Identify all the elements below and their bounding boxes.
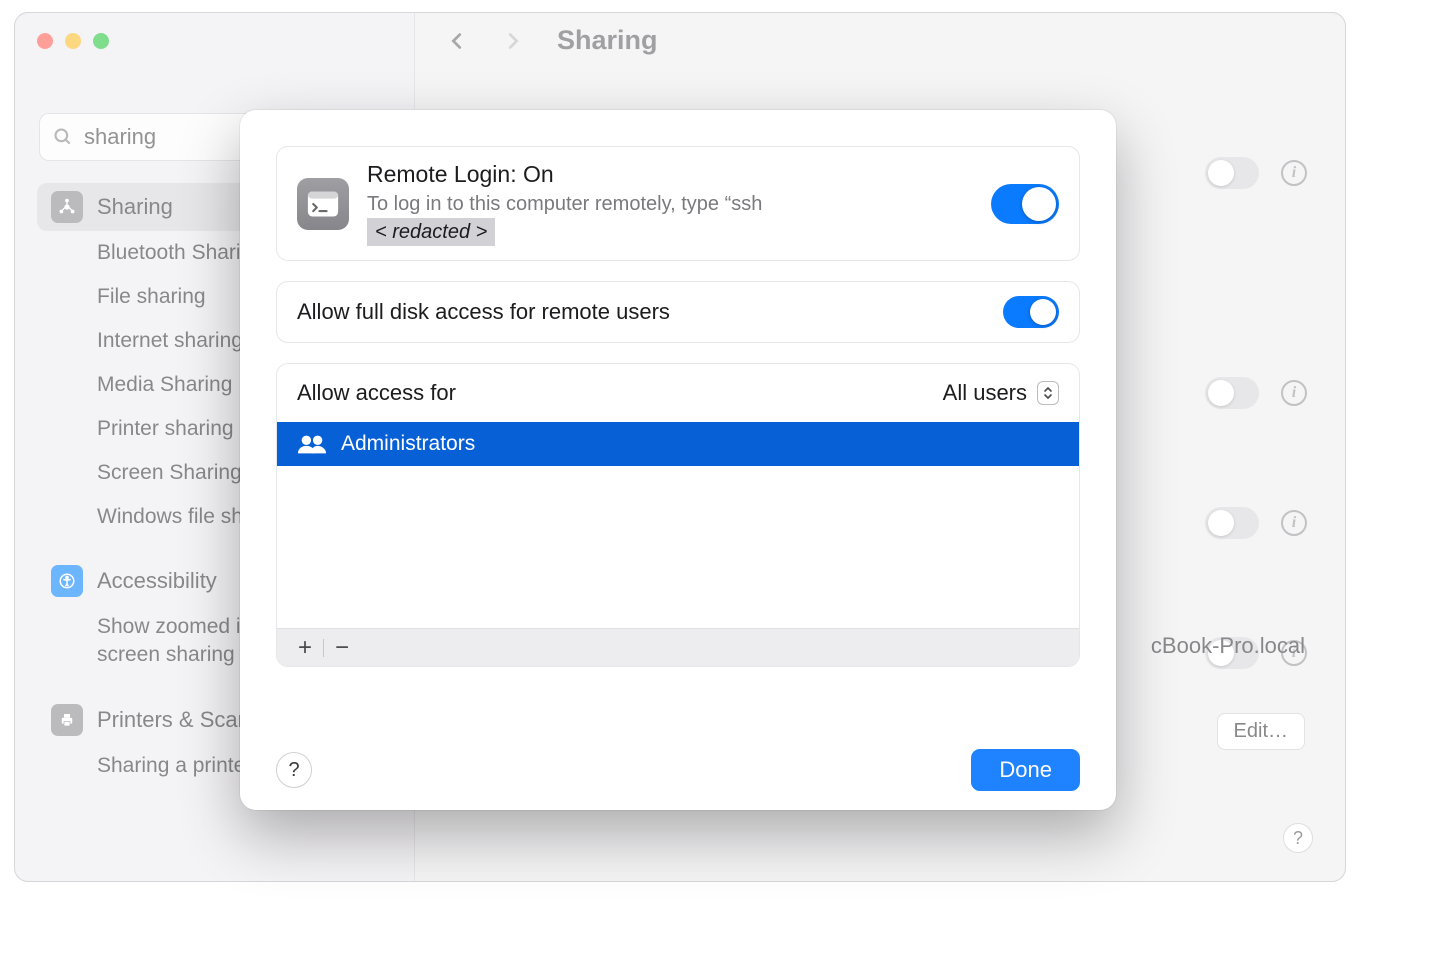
full-disk-access-label: Allow full disk access for remote users xyxy=(297,299,670,325)
full-disk-access-row: Allow full disk access for remote users xyxy=(277,282,1079,342)
done-button[interactable]: Done xyxy=(971,749,1080,791)
bg-row-3: i xyxy=(1205,503,1307,543)
search-icon xyxy=(53,127,73,147)
forward-button[interactable] xyxy=(501,29,525,53)
bg-row-2: i xyxy=(1205,373,1307,413)
full-disk-access-toggle[interactable] xyxy=(1003,296,1059,328)
printer-icon xyxy=(51,704,83,736)
hostname-label: cBook-Pro.local xyxy=(1151,633,1305,658)
full-disk-access-panel: Allow full disk access for remote users xyxy=(276,281,1080,343)
close-window-button[interactable] xyxy=(37,33,53,49)
sharing-icon xyxy=(51,191,83,223)
terminal-icon xyxy=(297,178,349,230)
window-controls xyxy=(37,33,109,49)
user-row-administrators[interactable]: Administrators xyxy=(277,422,1079,466)
minimize-window-button[interactable] xyxy=(65,33,81,49)
remove-user-button[interactable]: − xyxy=(326,635,358,661)
allow-access-dropdown[interactable]: All users xyxy=(943,380,1059,406)
redacted-ssh-target: < redacted > xyxy=(367,218,495,246)
remote-login-text: Remote Login: On To log in to this compu… xyxy=(367,161,973,246)
desc-prefix: To log in to this computer remotely, typ… xyxy=(367,193,762,215)
remote-login-title: Remote Login: On xyxy=(367,161,973,188)
remote-login-description: To log in to this computer remotely, typ… xyxy=(367,190,973,246)
modal-footer: ? Done xyxy=(240,730,1116,810)
users-icon xyxy=(297,433,327,455)
divider xyxy=(323,639,324,657)
accessibility-icon xyxy=(51,565,83,597)
help-button[interactable]: ? xyxy=(276,752,312,788)
toggle[interactable] xyxy=(1205,377,1259,409)
remote-login-row: Remote Login: On To log in to this compu… xyxy=(277,147,1079,260)
info-icon[interactable]: i xyxy=(1281,380,1307,406)
info-icon[interactable]: i xyxy=(1281,510,1307,536)
remote-login-sheet: Remote Login: On To log in to this compu… xyxy=(240,110,1116,810)
remote-login-toggle[interactable] xyxy=(991,184,1059,224)
dropdown-value: All users xyxy=(943,380,1027,406)
allow-access-panel: Allow access for All users Administrator… xyxy=(276,363,1080,667)
user-list-footer: + − xyxy=(277,628,1079,666)
back-button[interactable] xyxy=(445,29,469,53)
help-button[interactable]: ? xyxy=(1283,823,1313,853)
toolbar: Sharing xyxy=(445,25,658,56)
toggle[interactable] xyxy=(1205,507,1259,539)
edit-hostname-button[interactable]: Edit… xyxy=(1217,713,1305,750)
info-icon[interactable]: i xyxy=(1281,160,1307,186)
bg-row-1: i xyxy=(1205,153,1307,193)
user-name: Administrators xyxy=(341,432,475,456)
hostname-area: cBook-Pro.local xyxy=(1151,633,1305,659)
remote-login-panel: Remote Login: On To log in to this compu… xyxy=(276,146,1080,261)
allow-access-header: Allow access for All users xyxy=(277,364,1079,422)
background-service-rows: i i i i xyxy=(1205,153,1307,673)
toggle[interactable] xyxy=(1205,157,1259,189)
add-user-button[interactable]: + xyxy=(289,635,321,661)
sidebar-item-label: Accessibility xyxy=(97,568,217,594)
zoom-window-button[interactable] xyxy=(93,33,109,49)
user-list: Administrators xyxy=(277,422,1079,628)
page-title: Sharing xyxy=(557,25,658,56)
allow-access-label: Allow access for xyxy=(297,380,456,406)
chevron-up-down-icon xyxy=(1037,381,1059,405)
sidebar-item-label: Sharing xyxy=(97,194,173,220)
